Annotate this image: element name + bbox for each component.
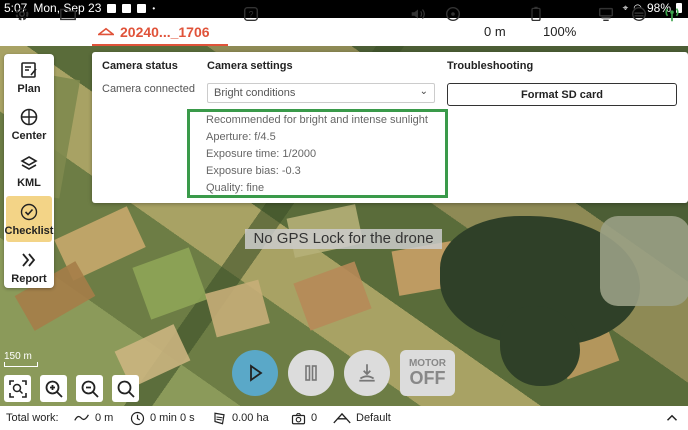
nav-plan-label: Plan	[17, 82, 41, 95]
motor-toggle-button[interactable]: MOTOR OFF	[400, 350, 455, 396]
area-icon	[214, 412, 225, 425]
total-work-label: Total work:	[6, 406, 59, 430]
nav-kml-label: KML	[17, 176, 41, 189]
settings-gear-icon[interactable]	[12, 4, 32, 24]
drone-wing-icon	[98, 27, 114, 36]
profile-icon	[333, 412, 351, 424]
plan-icon	[21, 61, 37, 78]
checklist-icon	[20, 203, 38, 220]
nav-plan[interactable]: Plan	[4, 54, 54, 100]
nav-report[interactable]: Report	[4, 244, 54, 290]
zoom-out-icon	[81, 380, 99, 398]
pause-mission-button[interactable]	[288, 350, 334, 396]
svg-text:?: ?	[248, 10, 253, 20]
photos-stat: 0	[291, 406, 317, 430]
nav-kml[interactable]: KML	[4, 148, 54, 194]
start-mission-button[interactable]	[232, 350, 278, 396]
info-line: Aperture: f/4.5	[206, 131, 276, 143]
nav-checklist[interactable]: Checklist	[4, 196, 54, 242]
zoom-in-button[interactable]	[40, 375, 67, 402]
camera-settings-icon[interactable]	[596, 4, 616, 24]
location-icon: ⌖	[622, 2, 629, 14]
map-scale-bar	[4, 362, 38, 367]
drone-battery-readout: 100%	[543, 24, 577, 39]
fit-extent-icon	[8, 379, 27, 398]
total-work-text: Total work:	[6, 412, 59, 424]
notification-icon	[107, 3, 117, 13]
notification-icon	[122, 3, 132, 13]
folder-icon[interactable]	[58, 4, 78, 24]
report-icon	[22, 252, 36, 267]
land-button[interactable]	[344, 350, 390, 396]
speaker-icon[interactable]	[408, 4, 428, 24]
landing-icon	[359, 364, 375, 382]
nav-center-label: Center	[11, 129, 47, 142]
profile-stat[interactable]: Default	[333, 406, 391, 430]
nav-center[interactable]: Center	[4, 101, 54, 147]
chevron-down-icon: ⌄	[419, 86, 428, 97]
dot-icon: •	[152, 3, 156, 13]
motor-state: OFF	[409, 368, 446, 388]
camera-status-header: Camera status	[102, 60, 178, 72]
chevron-up-icon	[666, 414, 678, 421]
info-line: Exposure bias: -0.3	[206, 165, 301, 177]
notification-icon	[137, 3, 147, 13]
search-icon	[117, 380, 135, 398]
photos-value: 0	[311, 412, 318, 424]
camera-settings-select[interactable]: Bright conditions ⌄	[207, 83, 435, 103]
camera-panel: Camera status Camera connected Camera se…	[92, 52, 688, 203]
bottom-summary-bar: Total work: 0 m 0 min 0 s 0.00 ha 0 Defa…	[0, 406, 688, 430]
camera-settings-selected: Bright conditions	[214, 87, 296, 99]
play-icon	[250, 364, 263, 382]
profile-value: Default	[356, 412, 391, 424]
troubleshooting-header: Troubleshooting	[447, 60, 534, 72]
camera-icon	[291, 412, 306, 424]
signal-antenna-icon	[662, 4, 682, 24]
info-line: Recommended for bright and intense sunli…	[206, 114, 428, 126]
system-status-bar: 5:07 Mon, Sep 23 • ⌖ ◠ 98%	[0, 0, 688, 18]
search-button[interactable]	[112, 375, 139, 402]
duration-value: 0 min 0 s	[150, 412, 195, 424]
crosshair-icon	[20, 108, 38, 125]
distance-stat: 0 m	[74, 406, 113, 430]
camera-status-value: Camera connected	[102, 83, 195, 95]
expand-panel-button[interactable]	[666, 406, 678, 430]
info-line: Quality: fine	[206, 182, 265, 194]
zoom-out-button[interactable]	[76, 375, 103, 402]
area-value: 0.00 ha	[232, 412, 269, 424]
side-navigation: Plan Center KML Checklist Report	[4, 54, 54, 288]
help-icon[interactable]: ?	[241, 4, 261, 24]
nav-checklist-label: Checklist	[4, 224, 54, 237]
distance-value: 0 m	[95, 412, 114, 424]
duration-stat: 0 min 0 s	[130, 406, 195, 430]
path-icon	[74, 414, 89, 421]
mission-tab[interactable]: 20240..._1706	[92, 18, 228, 46]
zoom-to-fit-button[interactable]	[4, 375, 31, 402]
mission-name: 20240..._1706	[120, 24, 210, 40]
drone-status-icon[interactable]	[443, 4, 463, 24]
camera-settings-header: Camera settings	[207, 60, 293, 72]
pause-icon	[305, 365, 317, 381]
format-sd-card-button[interactable]: Format SD card	[447, 83, 677, 106]
gps-warning-banner: No GPS Lock for the drone	[245, 229, 442, 249]
map-scale-label: 150 m	[4, 351, 32, 362]
zoom-in-icon	[45, 380, 63, 398]
area-stat: 0.00 ha	[212, 406, 269, 430]
clock-icon	[130, 411, 145, 425]
nav-report-label: Report	[11, 272, 47, 285]
kml-layers-icon	[20, 155, 38, 170]
map-layers-icon[interactable]	[629, 4, 649, 24]
altitude-readout: 0 m	[484, 24, 506, 39]
info-line: Exposure time: 1/2000	[206, 148, 317, 160]
